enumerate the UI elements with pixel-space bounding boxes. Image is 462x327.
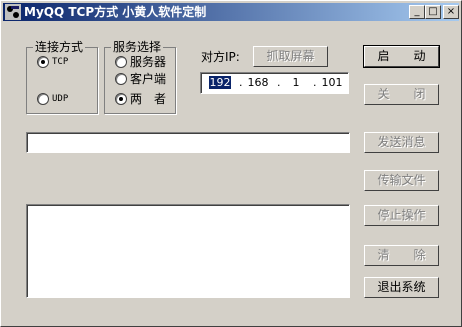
connection-group-label: 连接方式 <box>33 40 86 54</box>
ip-dot-2: . <box>277 76 281 89</box>
ip-octet-4[interactable]: 101 <box>321 76 343 89</box>
radio-server-label: 服务器 <box>130 55 167 69</box>
main-window: MyQQ TCP方式 小黄人软件定制 _ □ × 连接方式 TCP UDP 服务… <box>0 0 462 327</box>
ip-octet-2[interactable]: 168 <box>247 76 269 89</box>
radio-udp-indicator <box>37 93 49 105</box>
ip-octet-1[interactable]: 192 <box>209 76 231 89</box>
radio-client-label: 客户端 <box>130 72 167 86</box>
radio-tcp-label: TCP <box>52 57 69 67</box>
window-title: MyQQ TCP方式 小黄人软件定制 <box>24 5 207 19</box>
radio-client-indicator <box>115 73 127 85</box>
exit-button[interactable]: 退出系统 <box>364 277 439 298</box>
ip-address-field[interactable]: 192 . 168 . 1 . 101 <box>200 72 349 94</box>
ip-octet-3[interactable]: 1 <box>285 76 307 89</box>
radio-both-indicator <box>115 93 127 105</box>
ip-dot-1: . <box>239 76 243 89</box>
close-button[interactable]: 关 闭 <box>364 84 439 105</box>
capture-screen-button[interactable]: 抓取屏幕 <box>253 46 328 67</box>
radio-udp-label: UDP <box>52 94 69 104</box>
connection-group: 连接方式 TCP UDP <box>26 40 98 114</box>
service-group: 服务选择 服务器 客户端 两 者 <box>104 40 176 114</box>
stop-operation-button[interactable]: 停止操作 <box>364 205 439 226</box>
radio-tcp-indicator <box>37 56 49 68</box>
maximize-button[interactable]: □ <box>425 5 441 19</box>
clear-button[interactable]: 清 除 <box>364 245 439 266</box>
log-textarea[interactable] <box>26 204 350 298</box>
radio-server-indicator <box>115 56 127 68</box>
minimize-button[interactable]: _ <box>409 5 425 19</box>
close-window-button[interactable]: × <box>443 5 459 19</box>
ip-dot-3: . <box>313 76 317 89</box>
send-message-button[interactable]: 发送消息 <box>364 132 439 153</box>
title-bar[interactable]: MyQQ TCP方式 小黄人软件定制 _ □ × <box>3 3 459 21</box>
service-group-label: 服务选择 <box>111 40 164 54</box>
start-button[interactable]: 启 动 <box>363 45 440 68</box>
app-icon <box>5 4 21 20</box>
message-input[interactable] <box>26 132 350 153</box>
ip-label: 对方IP: <box>201 50 240 64</box>
radio-both-label: 两 者 <box>130 92 167 106</box>
transfer-file-button[interactable]: 传输文件 <box>364 170 439 191</box>
